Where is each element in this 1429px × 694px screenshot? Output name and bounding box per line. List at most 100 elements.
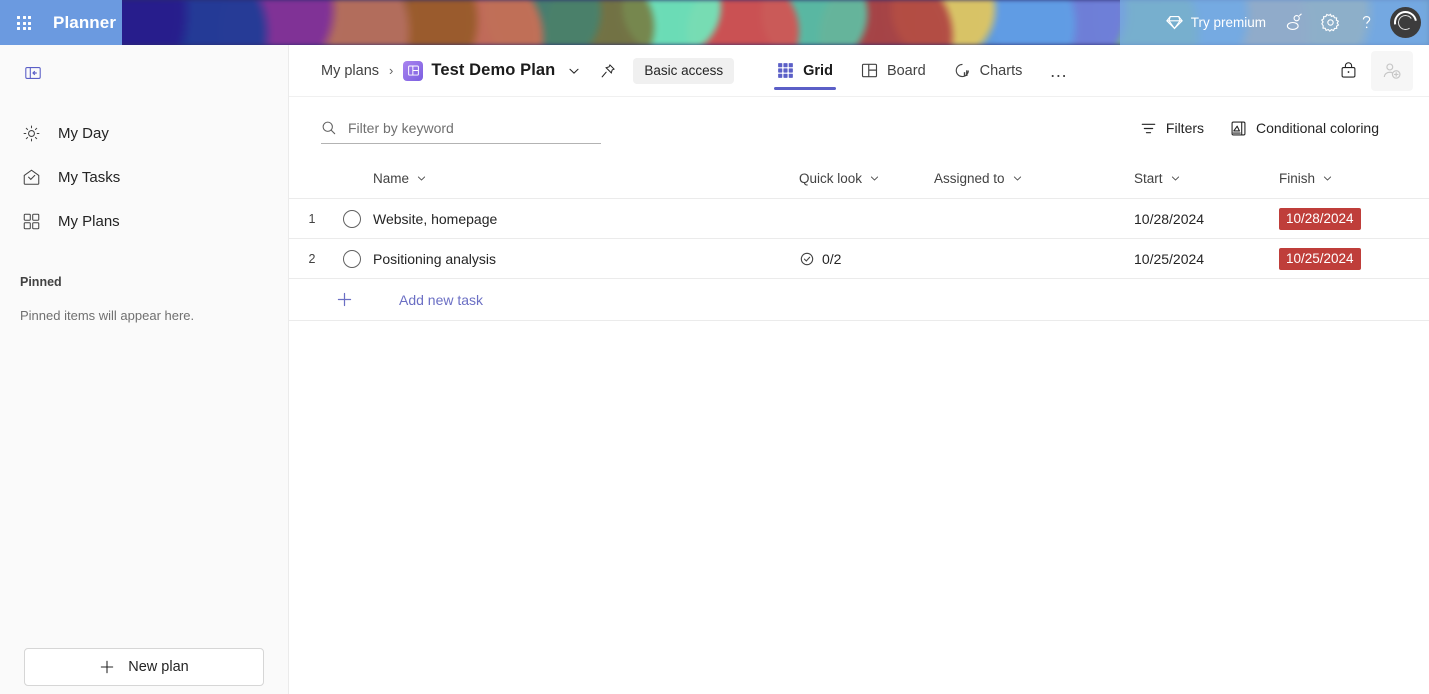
- toolbar-right-actions: Filters Conditional coloring: [1131, 112, 1388, 144]
- filter-search-box[interactable]: [321, 112, 601, 144]
- task-grid: Name Quick look: [289, 159, 1429, 694]
- pin-plan-button[interactable]: [593, 56, 623, 86]
- breadcrumb-separator: ›: [389, 63, 393, 78]
- task-start-date[interactable]: 10/25/2024: [1134, 251, 1279, 267]
- more-views-button[interactable]: …: [1039, 45, 1078, 97]
- conditional-coloring-label: Conditional coloring: [1256, 120, 1379, 136]
- help-button[interactable]: [1349, 7, 1383, 39]
- table-row[interactable]: 1 Website, homepage 10/28/2024 10/28/202…: [289, 199, 1429, 239]
- feedback-icon: [1285, 13, 1304, 32]
- column-header-quick-look[interactable]: Quick look: [799, 171, 880, 186]
- filters-label: Filters: [1166, 120, 1204, 136]
- column-header-name[interactable]: Name: [373, 171, 799, 186]
- sidebar: My Day My Tasks: [0, 45, 289, 694]
- gear-icon: [1321, 13, 1340, 32]
- settings-button[interactable]: [1313, 7, 1347, 39]
- table-row[interactable]: 2 Positioning analysis 0/2 10/25/2024: [289, 239, 1429, 279]
- page-title: Test Demo Plan: [431, 61, 555, 80]
- task-name[interactable]: Positioning analysis: [369, 251, 799, 267]
- pin-icon: [600, 63, 616, 79]
- user-avatar[interactable]: [1390, 7, 1421, 38]
- chevron-down-icon: [567, 64, 581, 78]
- grid-header-row: Name Quick look: [289, 159, 1429, 199]
- try-premium-label: Try premium: [1191, 15, 1266, 30]
- sidebar-item-my-tasks[interactable]: My Tasks: [12, 157, 276, 197]
- app-launcher-button[interactable]: [10, 9, 38, 37]
- sidebar-item-my-plans[interactable]: My Plans: [12, 201, 276, 241]
- sidebar-item-my-day[interactable]: My Day: [12, 113, 276, 153]
- task-start-date[interactable]: 10/28/2024: [1134, 211, 1279, 227]
- row-number: 1: [289, 212, 335, 226]
- tab-label: Grid: [803, 63, 833, 79]
- access-level-chip[interactable]: Basic access: [633, 58, 734, 84]
- waffle-icon: [17, 16, 31, 30]
- topbar-actions: Try premium: [1157, 0, 1423, 45]
- chevron-down-icon: [1170, 173, 1181, 184]
- plan-options-chevron-button[interactable]: [559, 56, 589, 86]
- plan-icon: [403, 61, 423, 81]
- tab-grid[interactable]: Grid: [766, 45, 844, 97]
- tab-label: Board: [887, 63, 926, 79]
- chevron-down-icon: [869, 173, 880, 184]
- collapse-nav-button[interactable]: [18, 59, 48, 87]
- conditional-coloring-icon: [1230, 120, 1247, 137]
- main-content: My plans › Test Demo Plan: [289, 45, 1429, 694]
- collapse-panel-icon: [24, 64, 42, 82]
- new-plan-button[interactable]: New plan: [24, 648, 264, 686]
- column-header-assigned-to[interactable]: Assigned to: [934, 171, 1134, 186]
- filters-button[interactable]: Filters: [1131, 112, 1213, 144]
- task-name[interactable]: Website, homepage: [369, 211, 799, 227]
- add-new-task-label: Add new task: [399, 292, 483, 308]
- add-new-task-row[interactable]: Add new task: [289, 279, 1429, 321]
- grid-squares-icon: [20, 212, 42, 231]
- column-header-start[interactable]: Start: [1134, 171, 1279, 186]
- add-member-icon: [1382, 61, 1402, 81]
- share-plan-button[interactable]: [1329, 52, 1367, 90]
- try-premium-button[interactable]: Try premium: [1157, 7, 1275, 39]
- tab-charts[interactable]: Charts: [943, 45, 1034, 97]
- grid-icon: [777, 62, 794, 79]
- charts-icon: [954, 62, 971, 79]
- row-number: 2: [289, 252, 335, 266]
- conditional-coloring-button[interactable]: Conditional coloring: [1221, 112, 1388, 144]
- board-icon: [861, 62, 878, 79]
- task-finish-date-badge[interactable]: 10/28/2024: [1279, 208, 1361, 230]
- chevron-down-icon: [416, 173, 427, 184]
- lock-bag-icon: [1339, 61, 1358, 80]
- feedback-button[interactable]: [1277, 7, 1311, 39]
- complete-task-checkbox[interactable]: [343, 210, 361, 228]
- task-quick-look[interactable]: 0/2: [799, 251, 934, 267]
- sidebar-nav-list: My Day My Tasks: [0, 109, 288, 245]
- chevron-down-icon: [1322, 173, 1333, 184]
- sun-icon: [20, 124, 42, 143]
- breadcrumb-my-plans[interactable]: My plans: [321, 63, 379, 79]
- tasks-envelope-icon: [20, 168, 42, 187]
- diamond-icon: [1166, 14, 1183, 31]
- plus-icon: [289, 291, 399, 308]
- add-member-button[interactable]: [1371, 51, 1413, 91]
- column-label: Start: [1134, 171, 1163, 186]
- column-label: Assigned to: [934, 171, 1005, 186]
- sidebar-item-label: My Day: [58, 125, 109, 142]
- search-input[interactable]: [348, 120, 601, 136]
- top-app-bar: Planner Try premium: [0, 0, 1429, 45]
- filter-icon: [1140, 120, 1157, 137]
- tab-label: Charts: [980, 63, 1023, 79]
- plan-header: My plans › Test Demo Plan: [289, 45, 1429, 97]
- sidebar-item-label: My Plans: [58, 213, 120, 230]
- complete-task-checkbox[interactable]: [343, 250, 361, 268]
- grid-toolbar: Filters Conditional coloring: [289, 97, 1429, 159]
- pinned-empty-text: Pinned items will appear here.: [20, 307, 268, 325]
- sidebar-footer: New plan: [0, 648, 288, 694]
- view-tabs: Grid Board: [766, 45, 1078, 97]
- column-header-finish[interactable]: Finish: [1279, 171, 1429, 186]
- column-label: Finish: [1279, 171, 1315, 186]
- task-finish-date-badge[interactable]: 10/25/2024: [1279, 248, 1361, 270]
- plus-icon: [99, 659, 115, 675]
- sidebar-item-label: My Tasks: [58, 169, 120, 186]
- checklist-icon: [799, 251, 815, 267]
- tab-board[interactable]: Board: [850, 45, 937, 97]
- app-title: Planner: [53, 0, 116, 45]
- pinned-section-heading: Pinned: [20, 275, 288, 289]
- column-label: Name: [373, 171, 409, 186]
